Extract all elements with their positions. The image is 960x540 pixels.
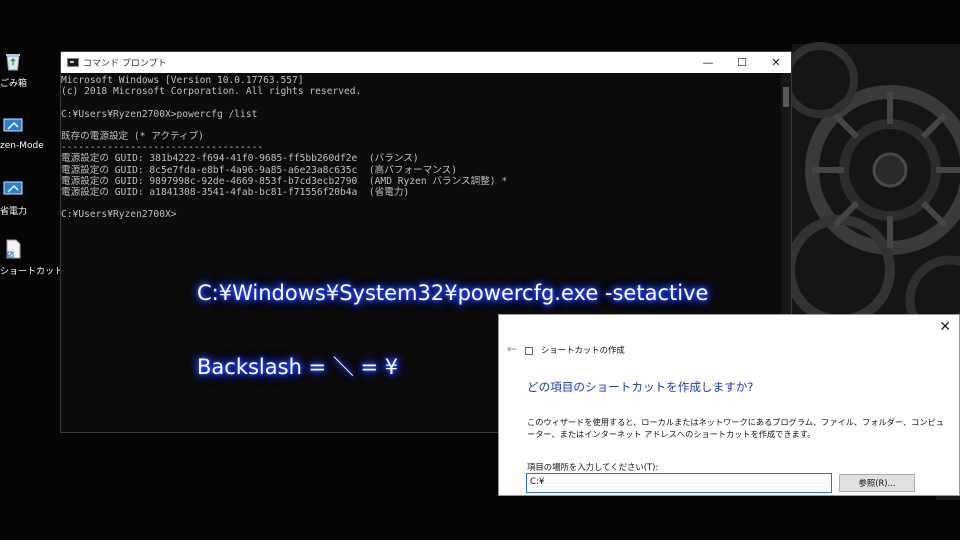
shortcut-icon	[3, 181, 23, 195]
document-shortcut-icon	[6, 239, 21, 259]
console-line: 電源設定の GUID: 9897998c-92de-4669-853f-b7cd…	[61, 175, 508, 187]
desktop-icon-zen-mode[interactable]: zen-Mode	[0, 115, 56, 151]
browse-button[interactable]: 参照(R)...	[839, 474, 915, 492]
create-shortcut-dialog[interactable]: ✕ ← ショートカットの作成 どの項目のショートカットを作成しますか? このウィ…	[498, 314, 960, 496]
console-app-icon	[67, 58, 79, 67]
location-label: 項目の場所を入力してください(T):	[527, 462, 659, 472]
desktop-icon-recycle-bin[interactable]: ごみ箱	[0, 50, 56, 89]
caption-backslash-note: Backslash = ＼ = ¥	[197, 355, 399, 379]
console-line: 既存の電源設定 (* アクティブ)	[61, 130, 204, 142]
dialog-heading: どの項目のショートカットを作成しますか?	[527, 380, 754, 394]
back-arrow-icon[interactable]: ←	[507, 342, 517, 356]
desktop-icon-label: ごみ箱	[0, 79, 28, 89]
close-button[interactable]: ✕	[759, 52, 793, 73]
maximize-button[interactable]: ☐	[725, 52, 759, 73]
recycle-bin-icon	[6, 54, 20, 71]
location-input[interactable]: C:¥	[526, 473, 832, 493]
window-titlebar[interactable]: コマンド プロンプト — ☐ ✕	[61, 52, 791, 73]
console-line: 電源設定の GUID: a1841308-3541-4fab-bc81-f715…	[61, 186, 410, 198]
close-icon[interactable]: ✕	[939, 319, 951, 335]
console-line: Microsoft Windows [Version 10.0.17763.55…	[61, 75, 304, 86]
window-title: コマンド プロンプト	[83, 59, 167, 69]
desktop-icon-shortcut[interactable]: ショートカット	[0, 238, 64, 277]
desktop-icon-label: zen-Mode	[0, 141, 44, 151]
wizard-title: ショートカットの作成	[541, 345, 625, 355]
shortcut-icon	[3, 118, 23, 132]
console-line: 電源設定の GUID: 8c5e7fda-e8bf-4a96-9a85-a6e2…	[61, 164, 457, 176]
minimize-button[interactable]: —	[691, 52, 725, 73]
caption-path: C:¥Windows¥System32¥powercfg.exe -setact…	[197, 281, 709, 305]
wizard-icon	[525, 347, 533, 355]
console-line: 電源設定の GUID: 381b4222-f694-41f0-9685-ff5b…	[61, 153, 419, 165]
console-line: C:¥Users¥Ryzen2700X>powercfg /list	[61, 108, 258, 120]
console-line: C:¥Users¥Ryzen2700X>	[61, 209, 177, 221]
scrollbar-thumb[interactable]	[783, 87, 789, 107]
console-line: -----------------------------------	[61, 142, 264, 154]
console-line: (c) 2018 Microsoft Corporation. All righ…	[61, 86, 362, 98]
desktop-icon-power-saver[interactable]: 省電力	[0, 178, 56, 217]
desktop-icon-label: 省電力	[0, 207, 28, 217]
dialog-description: このウィザードを使用すると、ローカルまたはネットワークにあるプログラム、ファイル…	[527, 417, 944, 439]
desktop-icon-label: ショートカット	[0, 267, 64, 277]
